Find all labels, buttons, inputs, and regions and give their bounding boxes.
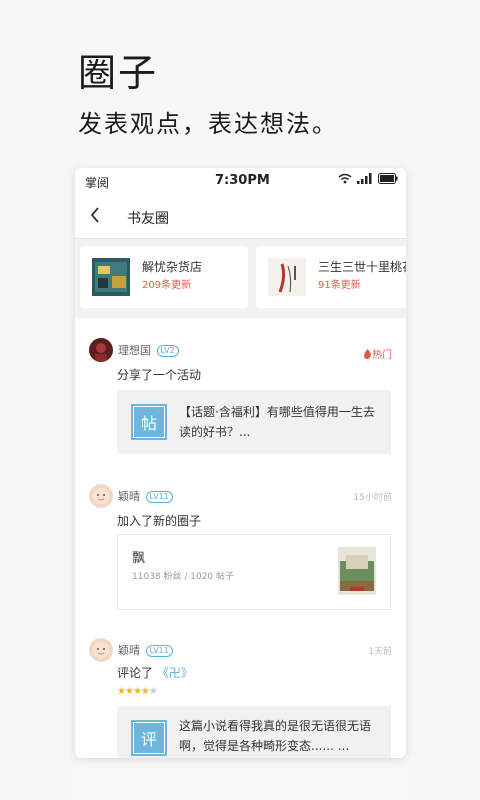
post-action: 分享了一个活动 (117, 368, 202, 382)
nav-bar: 书友圈 (75, 194, 406, 239)
screen-reflection (75, 760, 406, 800)
clock: 7:30PM (215, 173, 270, 188)
action-prefix: 评论了 (117, 666, 154, 680)
level-badge: LV2 (156, 345, 179, 357)
carrier-label: 掌阅 (85, 176, 110, 190)
username-text: 理想国 (118, 344, 151, 357)
username-text: 颖晴 (118, 490, 140, 503)
circle-name: 三生三世十里桃花 (318, 260, 406, 274)
quote-text: 这篇小说看得我真的是很无语很无语啊，觉得是各种畸形变态...... ... (179, 719, 372, 753)
phone-screen: 掌阅 7:30PM 书友圈 解忧杂货店 209条更新 三生三世十里桃花 91条更… (75, 168, 406, 758)
flame-icon (364, 349, 371, 359)
post-time: 15小时前 (353, 493, 392, 503)
promo-title: 圈子 (78, 51, 159, 95)
status-icons (338, 173, 398, 184)
signal-icon (357, 173, 372, 184)
group-card[interactable]: 飘 11038 粉丝 / 1020 帖子 (117, 534, 391, 610)
back-button[interactable] (89, 206, 101, 227)
battery-icon (378, 173, 398, 184)
post-time: 1天前 (368, 647, 392, 657)
quote-text: 【话题·含福利】有哪些值得用一生去读的好书？... (179, 405, 375, 439)
status-bar: 掌阅 7:30PM (75, 168, 406, 194)
group-cover (338, 547, 376, 595)
page-title: 书友圈 (127, 211, 169, 227)
rating-stars: ★★★★★ (117, 686, 158, 697)
circle-card-taohua[interactable]: 三生三世十里桃花 91条更新 (256, 246, 406, 308)
avatar[interactable] (89, 338, 113, 362)
post-action: 加入了新的圈子 (117, 514, 202, 528)
promo-subtitle: 发表观点，表达想法。 (78, 110, 338, 138)
star-filled-icon: ★ (132, 686, 142, 697)
post-badge: 帖 (131, 404, 167, 440)
group-stats: 11038 粉丝 / 1020 帖子 (132, 572, 235, 582)
star-filled-icon: ★ (140, 686, 150, 697)
post-badge: 评 (131, 720, 167, 756)
level-badge: LV11 (145, 645, 173, 657)
username[interactable]: 颖晴 LV11 (118, 488, 173, 504)
quote-card[interactable]: 帖 【话题·含福利】有哪些值得用一生去读的好书？... (117, 390, 391, 454)
username[interactable]: 颖晴 LV11 (118, 642, 173, 658)
feed: 理想国 LV2 热门 分享了一个活动 帖 【话题·含福利】有哪些值得用一生去读的… (75, 318, 406, 758)
circle-updates: 209条更新 (142, 280, 192, 291)
feed-post[interactable]: 颖晴 LV11 15小时前 加入了新的圈子 飘 11038 粉丝 / 1020 … (75, 468, 406, 618)
hot-tag: 热门 (363, 346, 392, 361)
level-badge: LV11 (145, 491, 173, 503)
feed-post[interactable]: 理想国 LV2 热门 分享了一个活动 帖 【话题·含福利】有哪些值得用一生去读的… (75, 318, 406, 468)
chevron-left-icon (90, 207, 99, 223)
book-cover (92, 258, 130, 296)
star-empty-icon: ★ (148, 686, 158, 697)
username[interactable]: 理想国 LV2 (118, 342, 179, 358)
hot-tag-text: 热门 (372, 350, 392, 361)
book-cover (268, 258, 306, 296)
username-text: 颖晴 (118, 644, 140, 657)
star-filled-icon: ★ (117, 686, 126, 697)
wifi-icon (338, 173, 352, 184)
book-link[interactable]: 《卍》 (157, 666, 193, 680)
post-action: 评论了 《卍》 (117, 664, 193, 681)
avatar[interactable] (89, 638, 113, 662)
group-name: 飘 (132, 551, 146, 566)
feed-post[interactable]: 颖晴 LV11 1天前 评论了 《卍》 ★★★★★ 评 这篇小说看得我真的是很无… (75, 618, 406, 758)
quote-card[interactable]: 评 这篇小说看得我真的是很无语很无语啊，觉得是各种畸形变态...... ... (117, 706, 391, 758)
circle-list: 解忧杂货店 209条更新 三生三世十里桃花 91条更新 (75, 246, 406, 310)
avatar[interactable] (89, 484, 113, 508)
circle-updates: 91条更新 (318, 280, 361, 291)
star-filled-icon: ★ (124, 686, 134, 697)
circle-name: 解忧杂货店 (142, 260, 203, 274)
circle-card-jieyou[interactable]: 解忧杂货店 209条更新 (80, 246, 248, 308)
